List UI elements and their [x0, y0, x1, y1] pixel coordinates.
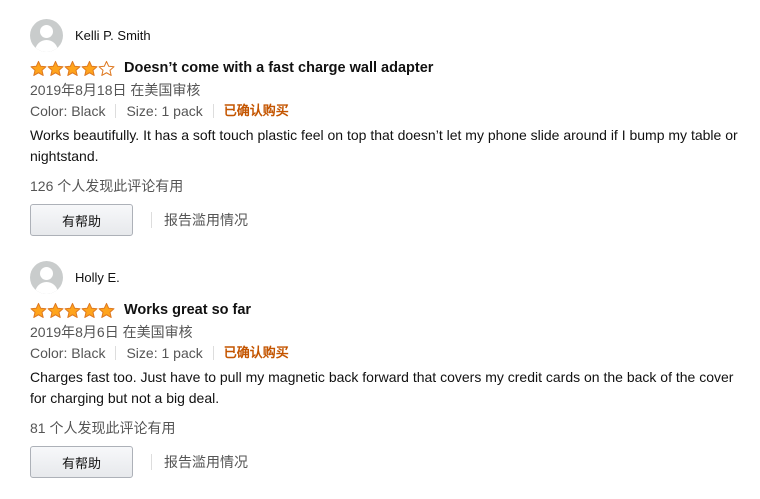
review-body: Works beautifully. It has a soft touch p…	[30, 127, 738, 164]
product-variant-info: Color: Black Size: 1 pack 已确认购买	[30, 100, 750, 122]
star-filled-icon	[64, 60, 81, 76]
product-variant-info: Color: Black Size: 1 pack 已确认购买	[30, 342, 750, 364]
divider	[212, 346, 214, 360]
avatar	[30, 18, 63, 52]
review: Kelli P. Smith Doesn’t come with a fast …	[30, 18, 750, 237]
star-filled-icon	[81, 60, 98, 76]
star-empty-icon	[98, 60, 115, 76]
report-abuse-link[interactable]: 报告滥用情况	[164, 452, 248, 472]
divider	[212, 104, 214, 118]
avatar-head-shape	[40, 266, 53, 280]
star-filled-icon	[47, 302, 64, 318]
reviewer-name[interactable]: Holly E.	[75, 270, 120, 285]
review-body: Charges fast too. Just have to pull my m…	[30, 369, 734, 406]
star-filled-icon	[30, 60, 47, 76]
star-rating[interactable]	[30, 60, 116, 77]
variant-size[interactable]: Size: 1 pack	[126, 100, 202, 122]
reviewer-name[interactable]: Kelli P. Smith	[75, 28, 151, 43]
helpful-button[interactable]: 有帮助	[30, 446, 133, 478]
review: Holly E. Works great so far 2019年8月6日 在美…	[30, 260, 750, 479]
reviewer-profile[interactable]: Kelli P. Smith	[30, 18, 750, 52]
variant-color[interactable]: Color: Black	[30, 100, 105, 122]
report-abuse-link[interactable]: 报告滥用情况	[164, 210, 248, 230]
variant-color[interactable]: Color: Black	[30, 342, 105, 364]
avatar	[30, 260, 63, 294]
divider	[115, 104, 117, 118]
avatar-body-shape	[35, 281, 58, 294]
helpful-count: 126 个人发现此评论有用	[30, 178, 184, 194]
verified-purchase-badge: 已确认购买	[223, 103, 289, 118]
divider	[115, 346, 117, 360]
review-title-row: Doesn’t come with a fast charge wall ada…	[30, 58, 750, 78]
review-title[interactable]: Doesn’t come with a fast charge wall ada…	[124, 60, 433, 76]
review-title-row: Works great so far	[30, 300, 750, 320]
helpful-button[interactable]: 有帮助	[30, 204, 133, 236]
variant-size[interactable]: Size: 1 pack	[126, 342, 202, 364]
star-filled-icon	[30, 302, 47, 318]
review-date: 2019年8月18日 在美国审核	[30, 82, 201, 98]
star-filled-icon	[98, 302, 115, 318]
divider	[151, 454, 152, 470]
star-filled-icon	[64, 302, 81, 318]
review-date: 2019年8月6日 在美国审核	[30, 324, 193, 340]
reviewer-profile[interactable]: Holly E.	[30, 260, 750, 294]
avatar-body-shape	[35, 39, 58, 52]
review-actions: 有帮助 报告滥用情况	[30, 203, 750, 237]
helpful-count: 81 个人发现此评论有用	[30, 420, 176, 436]
star-filled-icon	[47, 60, 64, 76]
verified-purchase-badge: 已确认购买	[223, 345, 289, 360]
star-rating[interactable]	[30, 302, 116, 319]
avatar-head-shape	[40, 24, 53, 38]
review-title[interactable]: Works great so far	[124, 302, 251, 318]
review-actions: 有帮助 报告滥用情况	[30, 445, 750, 479]
divider	[151, 212, 152, 228]
star-filled-icon	[81, 302, 98, 318]
